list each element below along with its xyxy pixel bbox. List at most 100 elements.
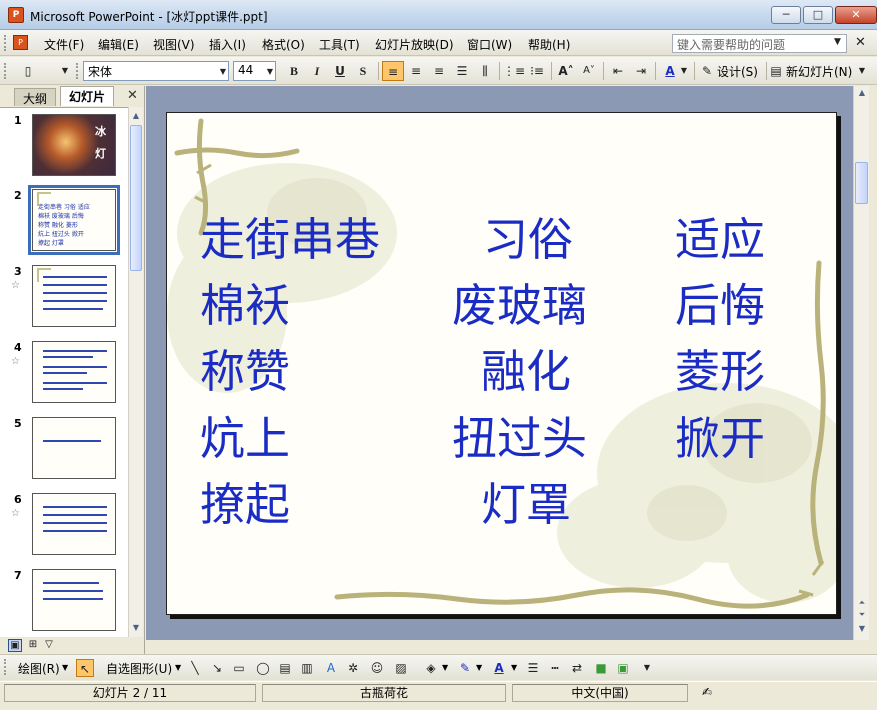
increase-font-icon[interactable]: A˄	[555, 61, 577, 81]
chevron-down-icon[interactable]: ▼	[62, 663, 68, 672]
font-size-select[interactable]: 44 ▼	[233, 61, 276, 81]
text-direction-icon[interactable]: ⫼	[474, 61, 496, 81]
new-document-icon[interactable]: ▯	[14, 61, 42, 81]
minimize-button[interactable]: ─	[771, 6, 801, 24]
rectangle-icon[interactable]: ▭	[230, 659, 248, 677]
menu-tools[interactable]: 工具(T)	[319, 36, 360, 53]
scroll-up-icon[interactable]: ▲	[130, 109, 142, 123]
shadow-style-icon[interactable]: ■	[592, 659, 610, 677]
3d-style-icon[interactable]: ▣	[614, 659, 632, 677]
toolbar-grip-2[interactable]	[76, 63, 79, 79]
toolbar-options-icon[interactable]: ▼	[855, 61, 869, 81]
slides-scrollbar[interactable]: ▲ ▼	[128, 107, 143, 637]
toolbar-options-icon[interactable]: ▼	[638, 659, 656, 677]
slide-thumbnail-list[interactable]: 1 冰 灯 2 走街串巷 习俗 适应 棉袄 废玻璃 后悔 称赞 融化 菱形 炕上…	[0, 107, 128, 637]
menu-insert[interactable]: 插入(I)	[209, 36, 246, 53]
underline-button[interactable]: U	[329, 61, 351, 81]
slide-thumbnail[interactable]	[32, 569, 116, 631]
slide-scrollbar[interactable]: ▲ ⏶ ⏷ ▼	[853, 86, 869, 640]
close-button[interactable]: ✕	[835, 6, 877, 24]
previous-slide-icon[interactable]: ⏶	[856, 598, 868, 608]
draw-menu-button[interactable]: 绘图(R)	[18, 660, 60, 677]
font-color-icon[interactable]: A	[659, 61, 681, 81]
bullets-icon[interactable]: ⁝≡	[526, 61, 548, 81]
increase-indent-icon[interactable]: ⇥	[630, 61, 652, 81]
autoshapes-button[interactable]: 自选图形(U)	[106, 660, 172, 677]
line-style-icon[interactable]: ☰	[524, 659, 542, 677]
menu-edit[interactable]: 编辑(E)	[98, 36, 139, 53]
picture-icon[interactable]: ▨	[392, 659, 410, 677]
menu-grip[interactable]	[4, 35, 7, 51]
slide-thumbnail[interactable]	[32, 265, 116, 327]
close-document-icon[interactable]: ✕	[855, 35, 866, 50]
scroll-up-icon[interactable]: ▲	[856, 88, 868, 97]
slide-thumbnail[interactable]: 冰 灯	[32, 114, 116, 176]
chevron-down-icon[interactable]: ▼	[267, 67, 273, 76]
arrow-icon[interactable]: ↘	[208, 659, 226, 677]
oval-icon[interactable]: ◯	[254, 659, 272, 677]
normal-view-icon[interactable]: ▣	[8, 639, 22, 652]
vertical-text-box-icon[interactable]: ▥	[298, 659, 316, 677]
slide-canvas[interactable]: 走街串巷 习俗 适应 棉袄 废玻璃 后悔 称赞 融化 菱形 炕上 扭过头 掀开 …	[166, 112, 837, 615]
slide-sorter-icon[interactable]: ⊞	[26, 639, 40, 652]
decrease-font-icon[interactable]: A˅	[578, 61, 600, 81]
new-slide-button[interactable]: 新幻灯片(N)	[786, 63, 852, 80]
align-right-icon[interactable]: ≡	[428, 61, 450, 81]
decrease-indent-icon[interactable]: ⇤	[607, 61, 629, 81]
bold-button[interactable]: B	[283, 61, 305, 81]
numbering-icon[interactable]: ⋮≡	[503, 61, 525, 81]
shadow-button[interactable]: S	[352, 61, 374, 81]
clip-art-icon[interactable]: ☺	[368, 659, 386, 677]
line-color-icon[interactable]: ✎	[456, 659, 474, 677]
toolbar-options-icon[interactable]: ▼	[58, 61, 72, 81]
line-icon[interactable]: ╲	[186, 659, 204, 677]
slide-thumbnail[interactable]: 走街串巷 习俗 适应 棉袄 废玻璃 后悔 称赞 融化 菱形 炕上 扭过头 掀开 …	[28, 185, 120, 255]
design-icon[interactable]: ✎	[698, 61, 716, 81]
scroll-down-icon[interactable]: ▼	[856, 624, 868, 633]
chevron-down-icon[interactable]: ▼	[679, 61, 689, 81]
slide-thumbnail[interactable]	[32, 417, 116, 479]
wordart-icon[interactable]: A	[322, 659, 340, 677]
design-button[interactable]: 设计(S)	[717, 63, 758, 80]
spelling-check-icon[interactable]: ✍	[694, 684, 720, 702]
text-box-icon[interactable]: ▤	[276, 659, 294, 677]
menu-slideshow[interactable]: 幻灯片放映(D)	[375, 36, 454, 53]
menu-view[interactable]: 视图(V)	[153, 36, 195, 53]
menu-window[interactable]: 窗口(W)	[467, 36, 512, 53]
font-name-select[interactable]: 宋体 ▼	[83, 61, 229, 81]
select-pointer-icon[interactable]: ↖	[76, 659, 94, 677]
next-slide-icon[interactable]: ⏷	[856, 610, 868, 620]
diagram-icon[interactable]: ✲	[344, 659, 362, 677]
slideshow-view-icon[interactable]: ▽	[42, 639, 56, 652]
fill-color-icon[interactable]: ◈	[422, 659, 440, 677]
tab-slides[interactable]: 幻灯片	[60, 86, 115, 106]
menu-file[interactable]: 文件(F)	[44, 36, 84, 53]
scroll-thumb[interactable]	[130, 125, 142, 271]
slide-thumbnail[interactable]	[32, 493, 116, 555]
menu-help[interactable]: 帮助(H)	[528, 36, 570, 53]
toolbar-grip[interactable]	[4, 659, 7, 675]
font-color-icon[interactable]: A	[490, 659, 508, 677]
chevron-down-icon[interactable]: ▼	[442, 663, 448, 672]
chevron-down-icon[interactable]: ▼	[175, 663, 181, 672]
maximize-button[interactable]: □	[803, 6, 833, 24]
slide-thumbnail[interactable]	[32, 341, 116, 403]
scroll-thumb[interactable]	[855, 162, 868, 204]
chevron-down-icon[interactable]: ▼	[834, 37, 841, 47]
document-icon[interactable]: P	[13, 35, 28, 50]
menu-format[interactable]: 格式(O)	[262, 36, 305, 53]
powerpoint-app-icon[interactable]: P	[8, 7, 24, 23]
align-left-icon[interactable]: ≡	[382, 61, 404, 81]
close-pane-icon[interactable]: ✕	[127, 88, 138, 103]
justify-icon[interactable]: ☰	[451, 61, 473, 81]
chevron-down-icon[interactable]: ▼	[476, 663, 482, 672]
help-search-input[interactable]: 键入需要帮助的问题	[672, 34, 847, 53]
chevron-down-icon[interactable]: ▼	[220, 67, 226, 76]
new-slide-icon[interactable]: ▤	[767, 61, 785, 81]
toolbar-grip[interactable]	[4, 63, 7, 79]
italic-button[interactable]: I	[306, 61, 328, 81]
scroll-down-icon[interactable]: ▼	[130, 621, 142, 635]
tab-outline[interactable]: 大纲	[14, 88, 57, 106]
dash-style-icon[interactable]: ┅	[546, 659, 564, 677]
align-center-icon[interactable]: ≡	[405, 61, 427, 81]
